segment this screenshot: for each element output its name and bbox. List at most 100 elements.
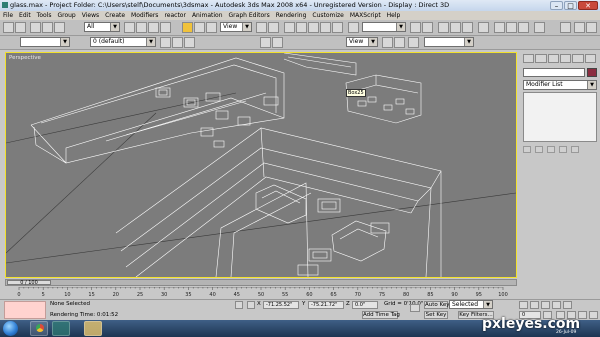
render-type-icon[interactable] [534, 22, 545, 33]
explorer-taskbar-icon[interactable] [84, 321, 102, 336]
menu-help[interactable]: Help [384, 11, 404, 20]
modify-tab-icon[interactable] [535, 54, 547, 63]
y-coordinate-field[interactable]: -75.21.72" [308, 301, 344, 309]
z-coordinate-field[interactable]: 0.0" [352, 301, 378, 309]
track-bar[interactable]: 0 5 10 15 20 25 30 35 40 45 50 55 60 65 70 75 80 85 90 95 10… [5, 287, 517, 298]
create-layer-icon[interactable] [160, 37, 171, 48]
snap-toggle-icon[interactable] [260, 37, 271, 48]
select-in-layer-icon[interactable] [184, 37, 195, 48]
redo-icon[interactable] [15, 22, 26, 33]
play-icon[interactable] [541, 301, 550, 309]
snap-view-dropdown[interactable]: View ▼ [346, 37, 378, 47]
menu-edit[interactable]: Edit [16, 11, 34, 20]
utilities-tab-icon[interactable] [584, 54, 596, 63]
layer-manager-icon[interactable] [438, 22, 449, 33]
menu-graph-editors[interactable]: Graph Editors [226, 11, 273, 20]
minimize-button[interactable]: – [550, 1, 563, 10]
menu-views[interactable]: Views [79, 11, 102, 20]
layer-dropdown[interactable]: 0 (default) ▼ [90, 37, 156, 47]
teapot-render-icon[interactable] [560, 22, 571, 33]
display-tab-icon[interactable] [572, 54, 584, 63]
menu-animation[interactable]: Animation [189, 11, 226, 20]
link-icon[interactable] [30, 22, 41, 33]
pin-stack-icon[interactable] [523, 146, 531, 153]
configure-modifier-sets-icon[interactable] [571, 146, 579, 153]
render-setup-icon[interactable] [494, 22, 505, 33]
create-tab-icon[interactable] [523, 54, 535, 63]
time-slider[interactable]: 0 / 100 [5, 279, 517, 286]
select-and-scale-icon[interactable] [206, 22, 217, 33]
3dsmax-taskbar-icon[interactable] [52, 321, 70, 336]
axis-constraint-3-icon[interactable] [408, 37, 419, 48]
spinner-snap-icon[interactable] [332, 22, 343, 33]
window-crossing-icon[interactable] [160, 22, 171, 33]
menu-modifiers[interactable]: Modifiers [128, 11, 161, 20]
keyboard-shortcut-toggle-icon[interactable] [284, 22, 295, 33]
schematic-view-icon[interactable] [462, 22, 473, 33]
render-production-icon[interactable] [574, 22, 585, 33]
make-unique-icon[interactable] [547, 146, 555, 153]
axis-constraint-2-icon[interactable] [394, 37, 405, 48]
select-and-rotate-icon[interactable] [194, 22, 205, 33]
maxscript-listener[interactable] [4, 301, 46, 319]
menu-create[interactable]: Create [102, 11, 128, 20]
perspective-viewport[interactable]: Perspective Box25 [5, 52, 517, 278]
x-coordinate-field[interactable]: -71.25.52" [263, 301, 299, 309]
add-time-tag-button[interactable]: Add Time Tag [362, 311, 400, 319]
align-icon[interactable] [422, 22, 433, 33]
set-key-button[interactable]: Set Key [424, 311, 448, 319]
remove-modifier-icon[interactable] [559, 146, 567, 153]
add-to-layer-icon[interactable] [172, 37, 183, 48]
menu-rendering[interactable]: Rendering [273, 11, 310, 20]
close-button[interactable]: ✕ [578, 1, 598, 10]
lock-selection-icon[interactable] [235, 301, 243, 309]
reference-coordinate-dropdown[interactable]: View ▼ [220, 22, 252, 32]
bind-space-warp-icon[interactable] [54, 22, 65, 33]
modifier-list-dropdown[interactable]: Modifier List ▼ [523, 80, 597, 90]
rectangular-selection-icon[interactable] [148, 22, 159, 33]
go-to-end-icon[interactable] [563, 301, 572, 309]
go-to-start-icon[interactable] [519, 301, 528, 309]
maximize-button[interactable]: □ [564, 1, 577, 10]
edit-named-selection-icon[interactable] [348, 22, 359, 33]
undo-icon[interactable] [3, 22, 14, 33]
menu-maxscript[interactable]: MAXScript [347, 11, 384, 20]
snap-options-icon[interactable] [272, 37, 283, 48]
object-name-field[interactable] [523, 68, 585, 77]
render-activeshade-icon[interactable] [586, 22, 597, 33]
menu-file[interactable]: File [0, 11, 16, 20]
curve-editor-icon[interactable] [450, 22, 461, 33]
percent-snap-icon[interactable] [320, 22, 331, 33]
menu-group[interactable]: Group [54, 11, 78, 20]
absolute-mode-icon[interactable] [247, 301, 255, 309]
quick-render-icon[interactable] [518, 22, 529, 33]
snaps-toggle-icon[interactable] [296, 22, 307, 33]
menu-reactor[interactable]: reactor [161, 11, 189, 20]
next-frame-icon[interactable] [552, 301, 561, 309]
axis-constraint-icon[interactable] [382, 37, 393, 48]
select-by-name-icon[interactable] [136, 22, 147, 33]
time-slider-thumb[interactable]: 0 / 100 [7, 280, 51, 286]
select-object-icon[interactable] [124, 22, 135, 33]
named-selection-dropdown[interactable]: ▼ [362, 22, 406, 32]
material-editor-icon[interactable] [478, 22, 489, 33]
select-and-move-icon[interactable] [182, 22, 193, 33]
start-button-icon[interactable] [3, 321, 18, 336]
mirror-icon[interactable] [410, 22, 421, 33]
extras-dropdown[interactable]: ▼ [424, 37, 474, 47]
key-icon[interactable] [410, 304, 420, 312]
object-color-swatch[interactable] [587, 68, 597, 77]
previous-frame-icon[interactable] [530, 301, 539, 309]
modifier-stack[interactable] [523, 92, 597, 142]
pivot-center-icon[interactable] [256, 22, 267, 33]
auto-key-button[interactable]: Auto Key [424, 301, 450, 309]
rendered-frame-window-icon[interactable] [506, 22, 517, 33]
key-mode-dropdown[interactable]: Selected ▼ [449, 300, 493, 309]
object-name-dropdown[interactable]: ▼ [20, 37, 70, 47]
angle-snap-icon[interactable] [308, 22, 319, 33]
menu-customize[interactable]: Customize [309, 11, 347, 20]
viewport-label[interactable]: Perspective [9, 55, 41, 61]
chrome-taskbar-icon[interactable] [30, 321, 48, 336]
motion-tab-icon[interactable] [559, 54, 572, 63]
show-end-result-icon[interactable] [535, 146, 543, 153]
